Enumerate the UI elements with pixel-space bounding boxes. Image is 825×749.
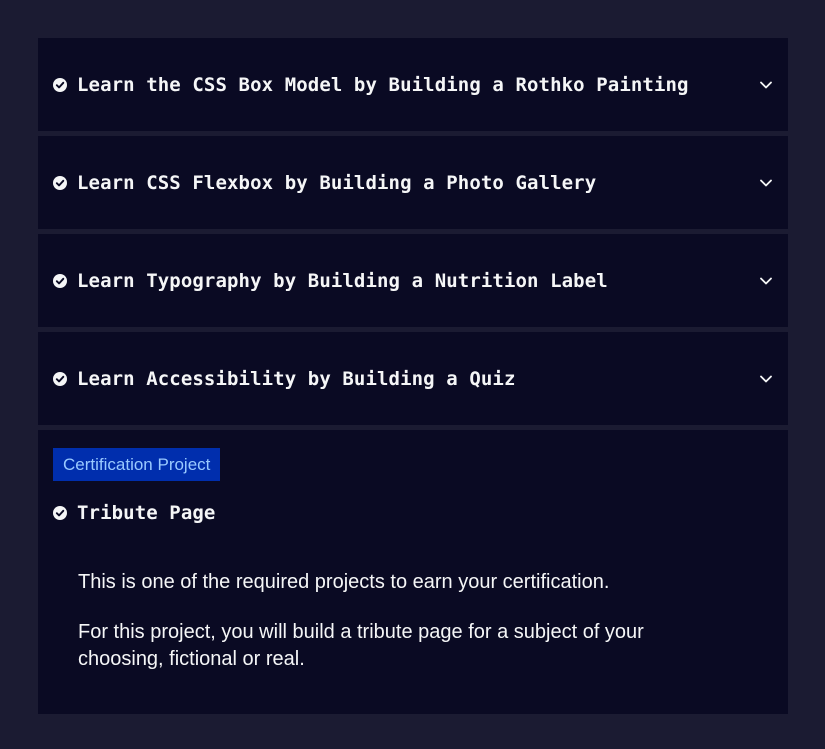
section-title: Learn the CSS Box Model by Building a Ro…	[77, 73, 689, 96]
project-description-details: For this project, you will build a tribu…	[78, 621, 644, 670]
check-circle-icon	[53, 506, 67, 520]
chevron-down-icon[interactable]	[759, 372, 773, 386]
curriculum-list: Learn the CSS Box Model by Building a Ro…	[38, 38, 788, 714]
section-title: Learn CSS Flexbox by Building a Photo Ga…	[77, 171, 597, 194]
section-typography[interactable]: Learn Typography by Building a Nutrition…	[38, 234, 788, 327]
check-circle-icon	[53, 371, 67, 386]
certification-project-panel: Certification Project Tribute Page This …	[38, 430, 788, 714]
check-circle-icon	[53, 77, 67, 92]
project-link-tribute-page[interactable]: Tribute Page	[38, 500, 788, 526]
section-flexbox[interactable]: Learn CSS Flexbox by Building a Photo Ga…	[38, 136, 788, 229]
chevron-down-icon[interactable]	[759, 176, 773, 190]
project-description-required: This is one of the required projects to …	[78, 571, 610, 593]
check-circle-icon	[53, 175, 67, 190]
check-circle-icon	[53, 273, 67, 288]
certification-badge: Certification Project	[53, 448, 221, 481]
section-title: Learn Typography by Building a Nutrition…	[77, 269, 608, 292]
section-accessibility[interactable]: Learn Accessibility by Building a Quiz	[38, 332, 788, 425]
chevron-down-icon[interactable]	[759, 274, 773, 288]
chevron-down-icon[interactable]	[759, 78, 773, 92]
project-title: Tribute Page	[77, 502, 216, 524]
section-title: Learn Accessibility by Building a Quiz	[77, 367, 516, 390]
section-box-model[interactable]: Learn the CSS Box Model by Building a Ro…	[38, 38, 788, 131]
